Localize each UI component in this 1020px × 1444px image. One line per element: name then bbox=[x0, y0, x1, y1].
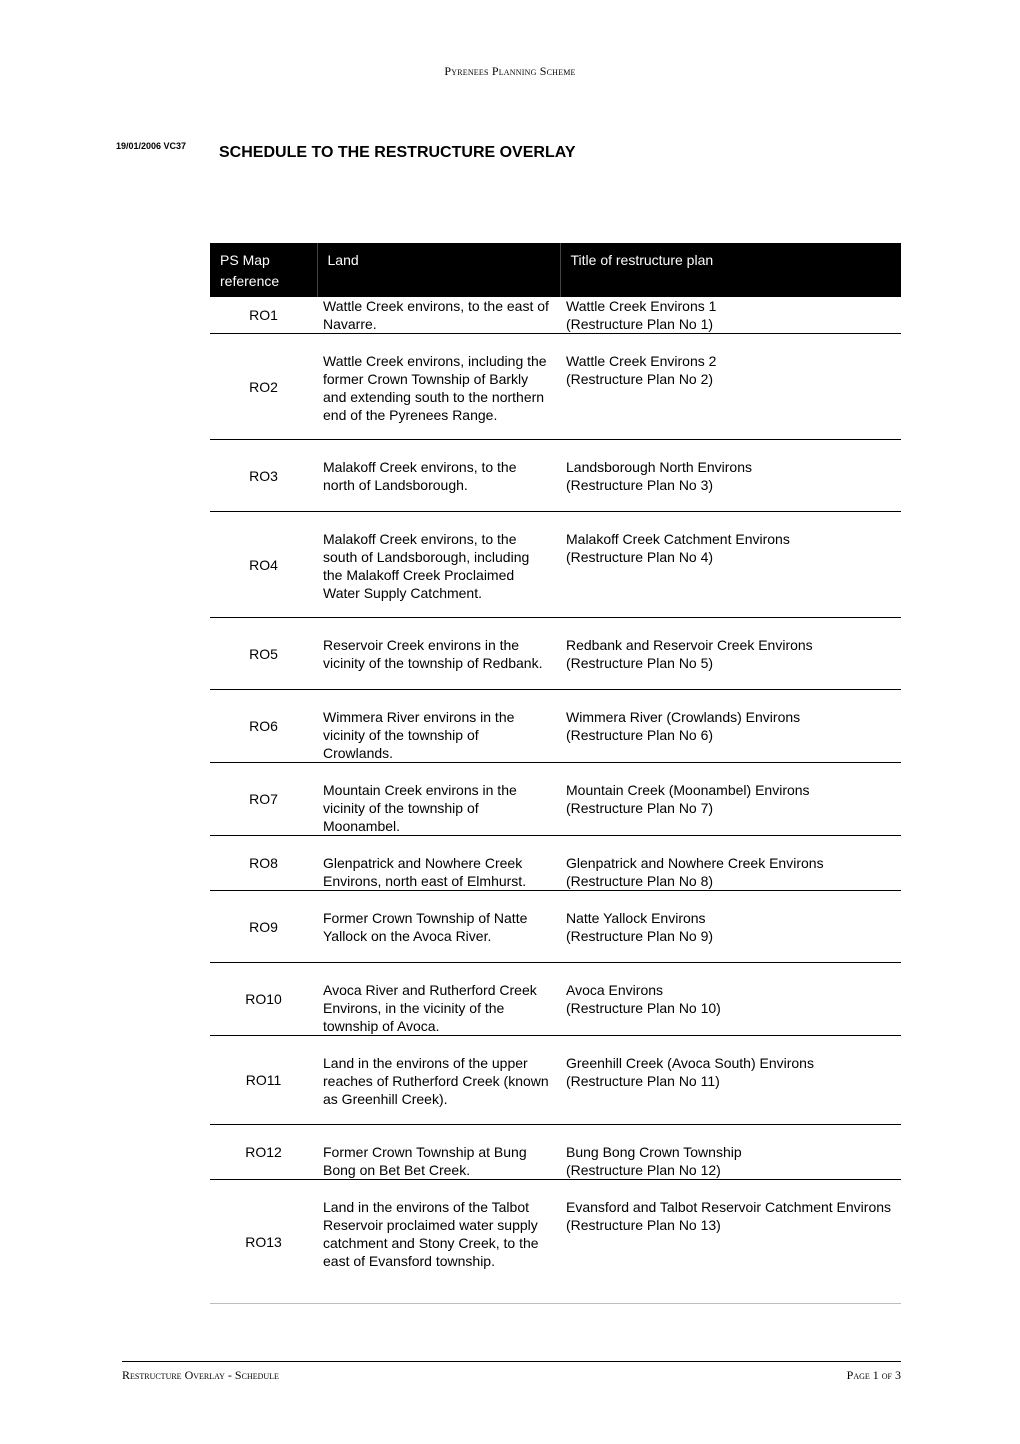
map-reference-cell: RO11 bbox=[210, 1035, 317, 1125]
plan-number: (Restructure Plan No 12) bbox=[566, 1162, 721, 1178]
table-row: RO2 Wattle Creek environs, including the … bbox=[210, 333, 901, 440]
plan-number: (Restructure Plan No 1) bbox=[566, 316, 714, 332]
plan-number: (Restructure Plan No 2) bbox=[566, 371, 714, 387]
footer-divider bbox=[122, 1361, 901, 1362]
table-row: RO4 Malakoff Creek environs, to the south… bbox=[210, 511, 901, 618]
plan-number: (Restructure Plan No 13) bbox=[566, 1217, 721, 1233]
table-row: RO7 Mountain Creek environs in the vicini… bbox=[210, 762, 901, 836]
land-cell: Wimmera River environs in the vicinity o… bbox=[317, 689, 560, 763]
map-reference-cell: RO13 bbox=[210, 1179, 317, 1304]
map-reference-cell: RO4 bbox=[210, 511, 317, 618]
table-row: RO10 Avoca River and Rutherford Creek Env… bbox=[210, 962, 901, 1036]
plan-title: Wimmera River (Crowlands) Environs bbox=[566, 709, 801, 725]
schedule-table: PS Map reference Land Title of restructu… bbox=[210, 243, 901, 1304]
table-row: RO8 Glenpatrick and Nowhere Creek Environ… bbox=[210, 835, 901, 891]
plan-title: Avoca Environs bbox=[566, 982, 664, 998]
land-cell: Glenpatrick and Nowhere Creek Environs, … bbox=[317, 835, 560, 891]
map-reference-cell: RO5 bbox=[210, 617, 317, 690]
land-cell: Malakoff Creek environs, to the south of… bbox=[317, 511, 560, 618]
map-reference-cell: RO2 bbox=[210, 333, 317, 440]
column-header-plan-title: Title of restructure plan bbox=[560, 243, 901, 297]
plan-number: (Restructure Plan No 5) bbox=[566, 655, 714, 671]
plan-number: (Restructure Plan No 10) bbox=[566, 1000, 721, 1016]
plan-number: (Restructure Plan No 8) bbox=[566, 873, 714, 889]
plan-title: Evansford and Talbot Reservoir Catchment… bbox=[566, 1199, 892, 1215]
land-cell: Reservoir Creek environs in the vicinity… bbox=[317, 617, 560, 690]
land-cell: Wattle Creek environs, including the for… bbox=[317, 333, 560, 440]
plan-title-cell: Malakoff Creek Catchment Environs (Restru… bbox=[560, 511, 901, 618]
plan-title-cell: Wattle Creek Environs 1 (Restructure Plan… bbox=[560, 297, 901, 334]
table-header: PS Map reference Land Title of restructu… bbox=[210, 243, 901, 297]
table-row: RO13 Land in the environs of the Talbot R… bbox=[210, 1179, 901, 1304]
plan-title-cell: Natte Yallock Environs (Restructure Plan … bbox=[560, 890, 901, 963]
plan-title: Redbank and Reservoir Creek Environs bbox=[566, 637, 813, 653]
plan-title: Wattle Creek Environs 1 bbox=[566, 298, 717, 314]
table-row: RO9 Former Crown Township of Natte Yalloc… bbox=[210, 890, 901, 963]
map-reference-cell: RO1 bbox=[210, 297, 317, 334]
plan-title: Mountain Creek (Moonambel) Environs bbox=[566, 782, 810, 798]
plan-title-cell: Evansford and Talbot Reservoir Catchment… bbox=[560, 1179, 901, 1304]
land-cell: Land in the environs of the upper reache… bbox=[317, 1035, 560, 1125]
plan-title-cell: Bung Bong Crown Township (Restructure Pla… bbox=[560, 1124, 901, 1180]
map-reference-cell: RO7 bbox=[210, 762, 317, 836]
land-cell: Former Crown Township at Bung Bong on Be… bbox=[317, 1124, 560, 1180]
map-reference-cell: RO12 bbox=[210, 1124, 317, 1180]
plan-title: Greenhill Creek (Avoca South) Environs bbox=[566, 1055, 814, 1071]
land-cell: Malakoff Creek environs, to the north of… bbox=[317, 439, 560, 512]
plan-number: (Restructure Plan No 4) bbox=[566, 549, 714, 565]
running-head: Pyrenees Planning Scheme bbox=[444, 64, 576, 78]
plan-title: Wattle Creek Environs 2 bbox=[566, 353, 717, 369]
land-cell: Mountain Creek environs in the vicinity … bbox=[317, 762, 560, 836]
table-row: RO3 Malakoff Creek environs, to the north… bbox=[210, 439, 901, 512]
land-cell: Wattle Creek environs, to the east of Na… bbox=[317, 297, 560, 334]
plan-title-cell: Landsborough North Environs (Restructure … bbox=[560, 439, 901, 512]
plan-number: (Restructure Plan No 3) bbox=[566, 477, 714, 493]
table-row: RO6 Wimmera River environs in the vicinit… bbox=[210, 689, 901, 763]
plan-number: (Restructure Plan No 6) bbox=[566, 727, 714, 743]
plan-title: Malakoff Creek Catchment Environs bbox=[566, 531, 790, 547]
plan-title-cell: Glenpatrick and Nowhere Creek Environs (R… bbox=[560, 835, 901, 891]
plan-title-cell: Wimmera River (Crowlands) Environs (Restr… bbox=[560, 689, 901, 763]
map-reference-cell: RO9 bbox=[210, 890, 317, 963]
plan-title-cell: Greenhill Creek (Avoca South) Environs (R… bbox=[560, 1035, 901, 1125]
table-row: RO11 Land in the environs of the upper re… bbox=[210, 1035, 901, 1125]
footer-section-title: Restructure Overlay - Schedule bbox=[122, 1368, 279, 1382]
plan-title: Glenpatrick and Nowhere Creek Environs bbox=[566, 855, 824, 871]
plan-title-cell: Avoca Environs (Restructure Plan No 10) bbox=[560, 962, 901, 1036]
page-title: SCHEDULE TO THE RESTRUCTURE OVERLAY bbox=[219, 144, 576, 161]
map-reference-cell: RO10 bbox=[210, 962, 317, 1036]
plan-number: (Restructure Plan No 9) bbox=[566, 928, 714, 944]
plan-title: Landsborough North Environs bbox=[566, 459, 753, 475]
table-row: RO12 Former Crown Township at Bung Bong o… bbox=[210, 1124, 901, 1180]
amendment-label: 19/01/2006 VC37 bbox=[116, 141, 187, 151]
land-cell: Former Crown Township of Natte Yallock o… bbox=[317, 890, 560, 963]
plan-title: Natte Yallock Environs bbox=[566, 910, 706, 926]
plan-title-cell: Redbank and Reservoir Creek Environs (Res… bbox=[560, 617, 901, 690]
table-row: RO1 Wattle Creek environs, to the east of… bbox=[210, 297, 901, 334]
column-header-land: Land bbox=[317, 243, 561, 297]
plan-title-cell: Mountain Creek (Moonambel) Environs (Rest… bbox=[560, 762, 901, 836]
plan-title-cell: Wattle Creek Environs 2 (Restructure Plan… bbox=[560, 333, 901, 440]
plan-number: (Restructure Plan No 7) bbox=[566, 800, 714, 816]
map-reference-cell: RO6 bbox=[210, 689, 317, 763]
table-row: RO5 Reservoir Creek environs in the vicin… bbox=[210, 617, 901, 690]
column-header-map-reference: PS Map reference bbox=[210, 243, 318, 297]
map-reference-cell: RO8 bbox=[210, 835, 317, 891]
plan-title: Bung Bong Crown Township bbox=[566, 1144, 742, 1160]
land-cell: Land in the environs of the Talbot Reser… bbox=[317, 1179, 560, 1304]
map-reference-cell: RO3 bbox=[210, 439, 317, 512]
land-cell: Avoca River and Rutherford Creek Environ… bbox=[317, 962, 560, 1036]
plan-number: (Restructure Plan No 11) bbox=[566, 1073, 720, 1089]
page-number: Page 1 of 3 bbox=[846, 1368, 901, 1382]
